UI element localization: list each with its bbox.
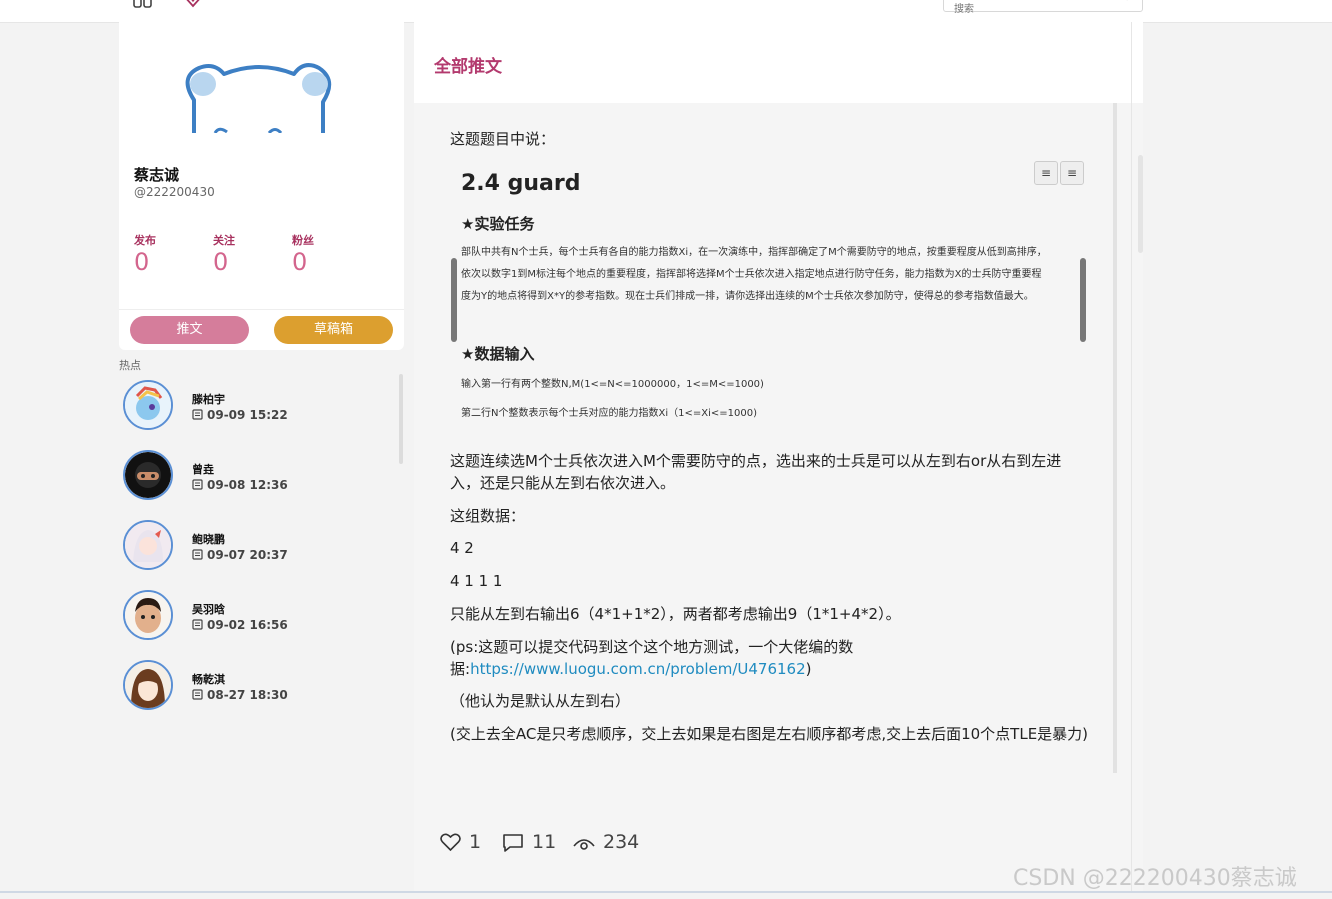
post-paragraph: 4 2: [450, 539, 474, 557]
stat-label: 关注: [213, 234, 235, 247]
align-buttons: ≡ ≡: [1034, 161, 1088, 187]
list-item[interactable]: 吴羽晗 09-02 16:56: [119, 582, 389, 642]
hot-section-title: 热点: [119, 359, 141, 372]
hot-item-time: 09-07 20:37: [192, 548, 288, 562]
stat-label: 粉丝: [292, 234, 314, 247]
timestamp: 09-02 16:56: [207, 618, 288, 632]
post-intro: 这题题目中说：: [450, 130, 556, 148]
search-input[interactable]: [952, 3, 1116, 16]
list-item[interactable]: 滕柏宇 09-09 15:22: [119, 372, 389, 432]
avatar[interactable]: [123, 660, 173, 710]
hot-item-time: 08-27 18:30: [192, 688, 288, 702]
stat-following[interactable]: 关注 0: [213, 232, 235, 276]
list-item[interactable]: 鲍晓鹏 09-07 20:37: [119, 512, 389, 572]
comment-button[interactable]: 11: [502, 831, 556, 853]
timestamp: 09-07 20:37: [207, 548, 288, 562]
search-bar[interactable]: ›: [943, 0, 1143, 16]
post-paragraph: 这组数据：: [450, 507, 526, 525]
document-icon: [192, 549, 203, 560]
drafts-button[interactable]: 草稿箱: [274, 316, 393, 344]
image-scroll-handle-left[interactable]: [451, 258, 457, 342]
chevron-right-icon[interactable]: ›: [1126, 0, 1130, 4]
stat-value: 0: [292, 248, 308, 276]
profile-name: 蔡志诚: [134, 166, 180, 184]
hot-list-scrollbar[interactable]: [399, 374, 403, 464]
watermark: CSDN @222200430蔡志诚: [1013, 866, 1297, 891]
avatar[interactable]: [123, 590, 173, 640]
main-panel: 全部推文 这题题目中说： 这题连续选M个士兵依次进入M个需要防守的点，选出来的士…: [414, 22, 1143, 892]
heart-icon: [440, 833, 461, 852]
like-count: 1: [469, 831, 482, 853]
grid-icon[interactable]: [133, 0, 153, 8]
post-paragraph: 4 1 1 1: [450, 572, 503, 590]
stat-followers[interactable]: 粉丝 0: [292, 232, 314, 276]
hot-item-name: 滕柏宇: [192, 393, 225, 406]
document-icon: [192, 479, 203, 490]
post-button[interactable]: 推文: [130, 316, 249, 344]
timestamp: 08-27 18:30: [207, 688, 288, 702]
avatar[interactable]: [123, 380, 173, 430]
stat-posts[interactable]: 发布 0: [134, 232, 156, 276]
hot-item-name: 畅乾淇: [192, 673, 225, 686]
divider: [119, 309, 404, 310]
image-scroll-handle-right[interactable]: [1080, 258, 1086, 342]
stat-value: 0: [213, 248, 229, 276]
post-paragraph: （他认为是默认从左到右）: [450, 692, 631, 710]
comment-count: 11: [532, 831, 557, 853]
hot-item-name: 曾垚: [192, 463, 214, 476]
doc-body: 部队中共有N个士兵，每个士兵有各自的能力指数Xi，在一次演练中，指挥部确定了M个…: [461, 247, 1047, 302]
page-scrollbar[interactable]: [1138, 155, 1143, 253]
logo-icon[interactable]: [183, 0, 203, 8]
list-item[interactable]: 曾垚 09-08 12:36: [119, 442, 389, 502]
hot-list: 滕柏宇 09-09 15:22 曾垚 09-08 12:36 鲍晓鹏 09-07…: [119, 372, 404, 732]
post-paragraph: 只能从左到右输出6（4*1+1*2），两者都考虑输出9（1*1+4*2）。: [450, 605, 901, 623]
document-icon: [192, 619, 203, 630]
comment-icon: [503, 834, 523, 852]
hot-item-time: 09-08 12:36: [192, 478, 288, 492]
profile-cover: [119, 22, 404, 135]
avatar[interactable]: [123, 520, 173, 570]
doc-heading: 2.4 guard: [461, 171, 581, 196]
content-scrollbar[interactable]: [1113, 103, 1117, 773]
document-icon: [192, 689, 203, 700]
profile-card: 蔡志诚 @222200430 发布 0 关注 0 粉丝 0 推文 草稿箱: [119, 22, 404, 350]
doc-line: 第二行N个整数表示每个士兵对应的能力指数Xi（1<=Xi<=1000): [461, 408, 757, 419]
align-left-icon[interactable]: ≡: [1034, 161, 1058, 185]
doc-section-title: ★实验任务: [461, 215, 535, 233]
view-count: 234: [603, 831, 640, 853]
divider: [1131, 22, 1132, 892]
view-stat: 234: [573, 831, 639, 853]
timestamp: 09-09 15:22: [207, 408, 288, 422]
profile-handle: @222200430: [134, 185, 215, 199]
hot-item-name: 鲍晓鹏: [192, 533, 225, 546]
post-paragraph: (交上去全AC是只考虑顺序，交上去如果是右图是左右顺序都考虑,交上去后面10个点…: [450, 725, 1089, 743]
align-center-icon[interactable]: ≡: [1060, 161, 1084, 185]
page-title: 全部推文: [434, 57, 502, 77]
top-bar: ›: [0, 0, 1332, 23]
timestamp: 09-08 12:36: [207, 478, 288, 492]
eye-icon: [573, 839, 595, 850]
post-paragraph: (ps:这题可以提交代码到这个这个地方测试，一个大佬编的数据:https://w…: [450, 636, 1090, 680]
main-header: 全部推文: [414, 22, 1143, 103]
doc-line: 输入第一行有两个整数N,M(1<=N<=1000000，1<=M<=1000): [461, 379, 764, 390]
stat-value: 0: [134, 248, 150, 276]
hot-item-time: 09-02 16:56: [192, 618, 288, 632]
post-paragraph: 这题连续选M个士兵依次进入M个需要防守的点，选出来的士兵是可以从左到右or从右到…: [450, 452, 1062, 492]
document-icon: [192, 409, 203, 420]
like-button[interactable]: 1: [440, 831, 481, 853]
hot-item-time: 09-09 15:22: [192, 408, 288, 422]
embedded-problem-image: 2.4 guard ★实验任务 部队中共有N个士兵，每个士兵有各自的能力指数Xi…: [450, 158, 1100, 448]
avatar[interactable]: [123, 450, 173, 500]
list-item[interactable]: 畅乾淇 08-27 18:30: [119, 652, 389, 712]
doc-section-title: ★数据输入: [461, 345, 535, 363]
problem-link[interactable]: https://www.luogu.com.cn/problem/U476162: [470, 660, 806, 678]
hot-item-name: 吴羽晗: [192, 603, 225, 616]
bear-avatar-image: [185, 63, 331, 135]
stat-label: 发布: [134, 234, 156, 247]
bottom-border: [0, 891, 1332, 893]
post-text: ): [805, 660, 812, 678]
